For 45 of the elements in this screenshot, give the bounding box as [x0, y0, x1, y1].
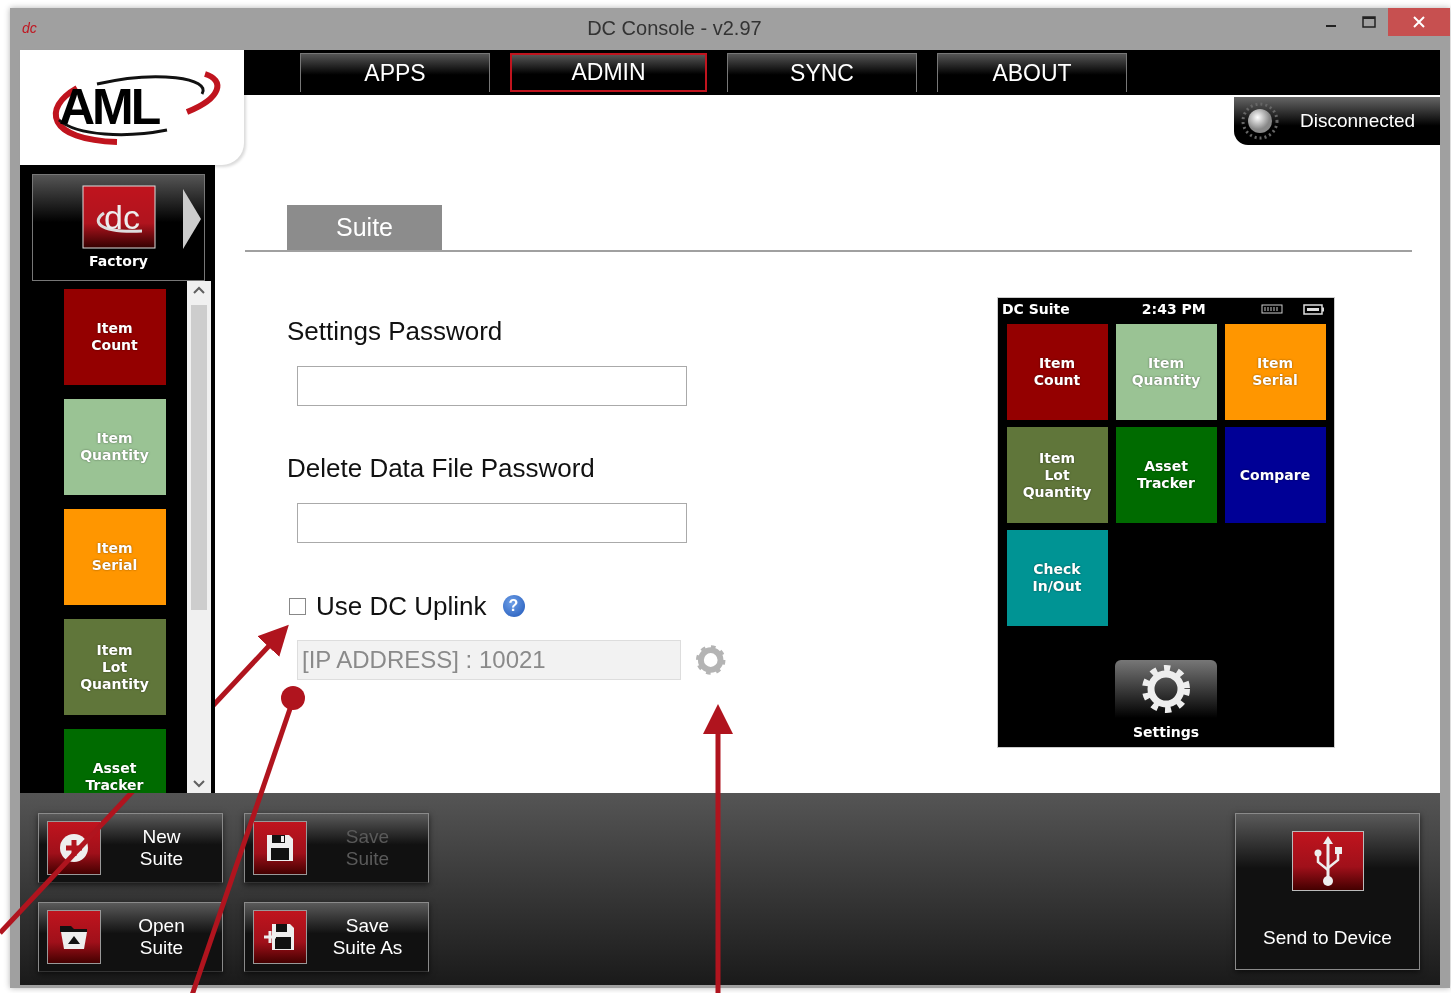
field-label: Delete Data File Password — [287, 453, 596, 483]
app-tile[interactable]: Compare — [1224, 427, 1326, 523]
keyboard-icon — [1260, 304, 1283, 314]
settings-icon[interactable] — [693, 643, 727, 677]
profile-selector[interactable]: dc Factory — [32, 174, 205, 281]
aml-logo: AML — [37, 67, 227, 148]
dc-logo: dc — [81, 185, 156, 249]
password-field[interactable] — [297, 503, 687, 543]
uplink-checkbox[interactable] — [289, 597, 306, 615]
close-button[interactable] — [1388, 8, 1450, 36]
scrollbar[interactable] — [187, 281, 211, 793]
maximize-icon — [1362, 16, 1376, 28]
action-button[interactable]: New Suite — [38, 813, 223, 883]
settings-label: Settings — [1132, 724, 1200, 740]
window-title: DC Console - v2.97 — [586, 16, 763, 40]
app-tile[interactable]: Item Count — [1006, 324, 1108, 420]
app-tile[interactable]: Item Count — [63, 289, 166, 385]
password-field[interactable] — [297, 366, 687, 406]
nav-tab[interactable]: APPS — [300, 53, 490, 92]
nav-tab[interactable]: SYNC — [727, 53, 917, 92]
app-tile[interactable]: Item Lot Quantity — [63, 619, 166, 715]
device-time: 2:43 PM — [1141, 301, 1206, 317]
plus-circle-icon — [58, 832, 90, 864]
gear-icon — [1140, 663, 1192, 715]
floppy-plus-icon — [264, 921, 296, 953]
app-tile[interactable]: Asset Tracker — [63, 729, 166, 793]
send-to-device-button[interactable]: Send to Device — [1235, 813, 1420, 970]
minimize-icon — [1326, 25, 1336, 27]
app-icon: dc — [22, 20, 37, 36]
connection-status: Disconnected — [1234, 97, 1440, 145]
app-tile[interactable]: Item Lot Quantity — [1006, 427, 1108, 523]
app-tile[interactable]: Check In/Out — [1006, 530, 1108, 626]
next-arrow-icon[interactable] — [182, 189, 202, 249]
action-button[interactable]: Open Suite — [38, 902, 223, 972]
settings-button[interactable] — [1115, 660, 1217, 718]
close-icon — [1412, 15, 1426, 29]
device-title: DC Suite — [1002, 301, 1070, 317]
nav-tab[interactable]: ABOUT — [937, 53, 1127, 92]
app-tile[interactable]: Asset Tracker — [1115, 427, 1217, 523]
field-label: Settings Password — [287, 316, 504, 346]
nav-tab[interactable]: ADMIN — [510, 53, 707, 92]
checkbox-label[interactable]: Use DC Uplink — [316, 590, 487, 622]
profile-label: Factory — [89, 253, 148, 269]
battery-icon — [1302, 303, 1325, 315]
action-button[interactable]: Save Suite As — [244, 902, 429, 972]
